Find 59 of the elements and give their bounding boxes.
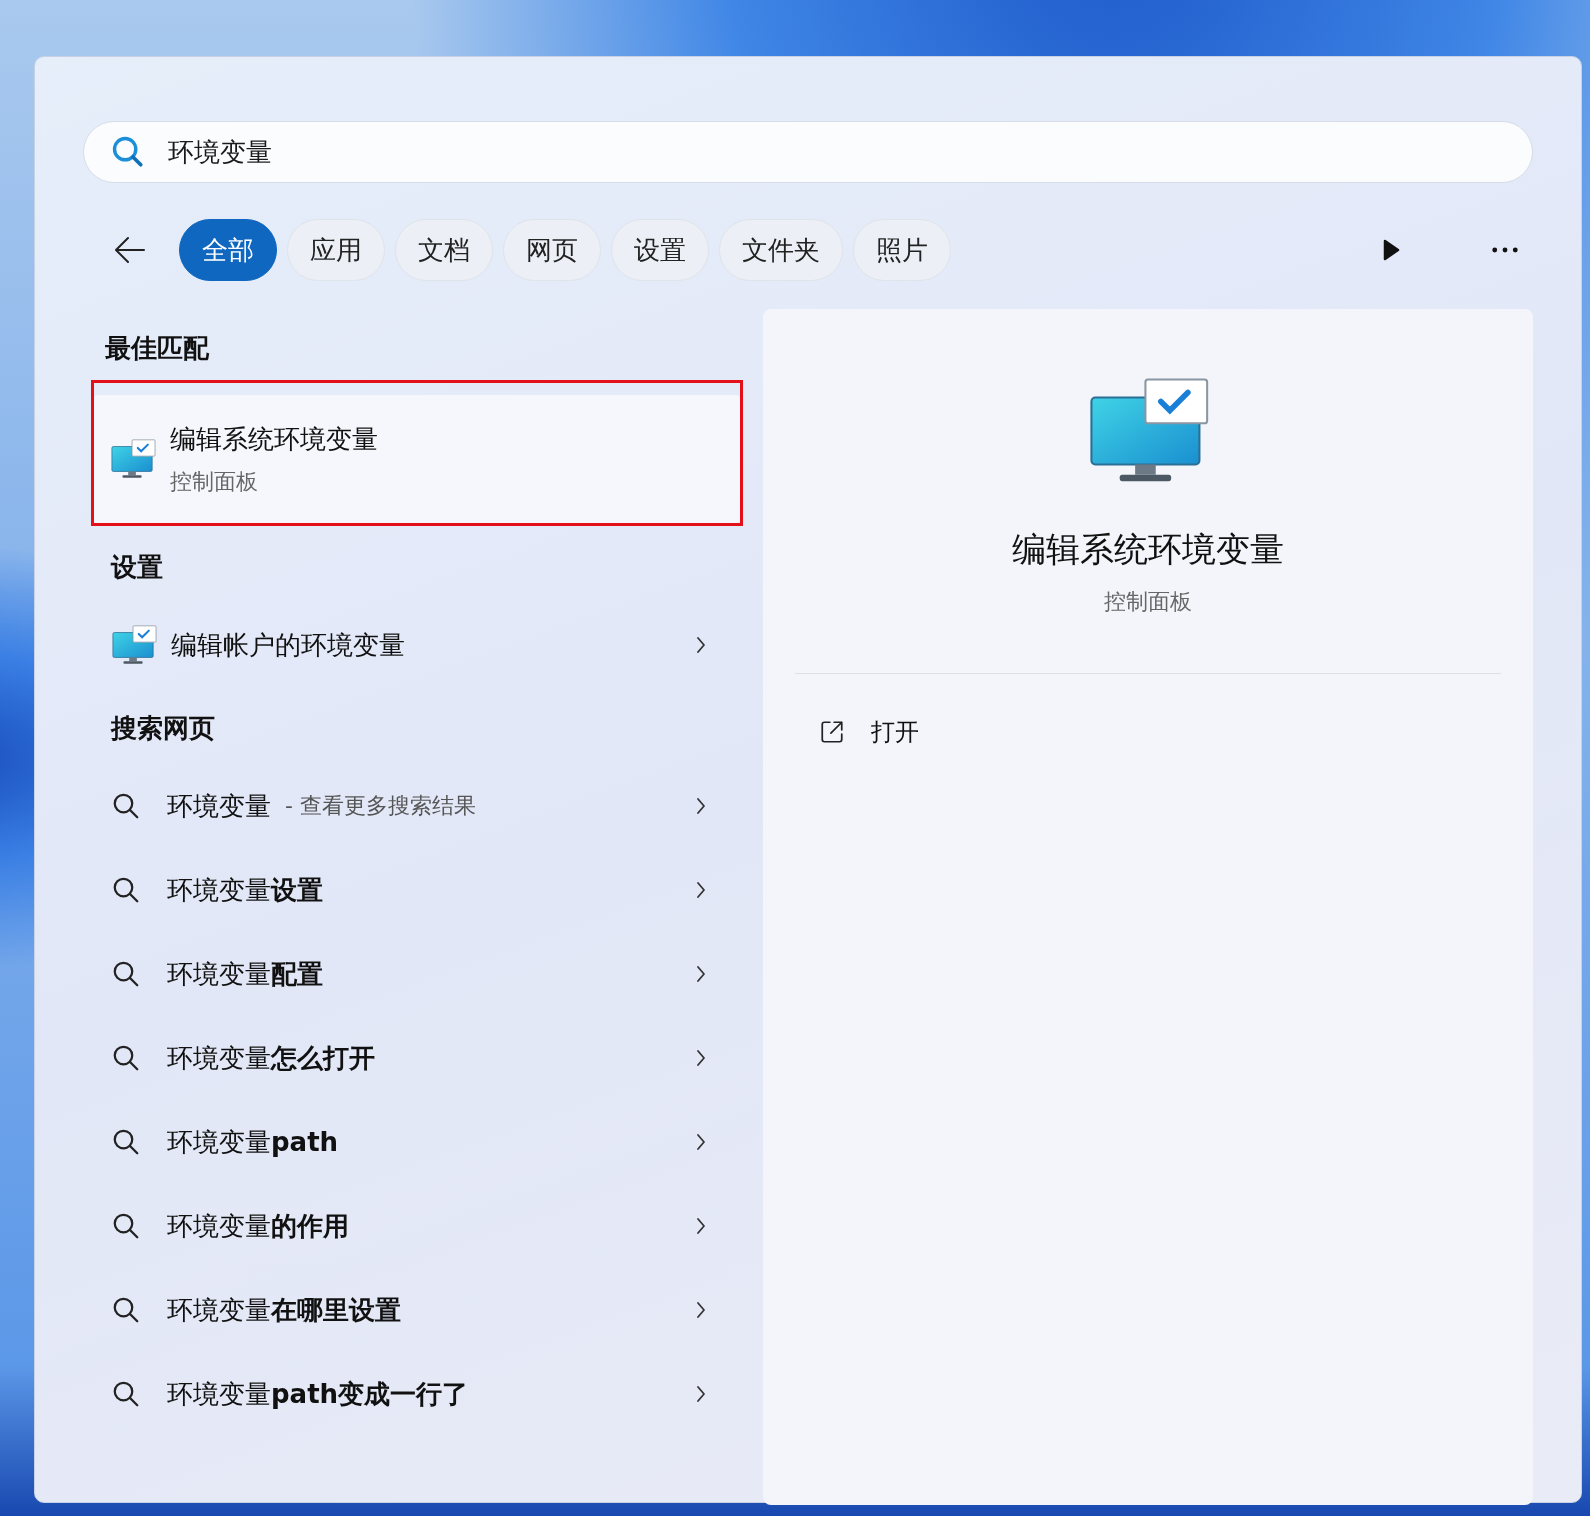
chevron-right-icon [695, 1300, 707, 1320]
web-suggestion[interactable]: 环境变量配置 [93, 932, 743, 1016]
web-suggestion[interactable]: 环境变量path变成一行了 [93, 1352, 743, 1436]
chevron-right-icon [695, 1048, 707, 1068]
suggestion-text: 环境变量怎么打开 [167, 1041, 375, 1075]
suggestion-text: 环境变量配置 [167, 957, 323, 991]
search-icon [111, 1127, 141, 1157]
web-suggestion[interactable]: 环境变量 - 查看更多搜索结果 [93, 764, 743, 848]
chevron-right-icon [695, 1216, 707, 1236]
preview-subtitle: 控制面板 [1104, 588, 1192, 616]
chevron-right-icon [695, 1384, 707, 1404]
chevron-right-icon [695, 880, 707, 900]
suggestion-text: 环境变量path [167, 1125, 339, 1159]
open-external-icon [819, 719, 845, 745]
suggestion-text: 环境变量 [167, 789, 271, 823]
filter-tab[interactable]: 文档 [395, 219, 493, 281]
web-suggestion[interactable]: 环境变量的作用 [93, 1184, 743, 1268]
search-field[interactable]: 环境变量 [83, 121, 1533, 183]
play-icon[interactable] [1381, 238, 1401, 262]
suggestion-text: 环境变量在哪里设置 [167, 1293, 401, 1327]
filter-tab[interactable]: 全部 [179, 219, 277, 281]
search-icon [111, 959, 141, 989]
monitor-icon [110, 438, 156, 480]
result-subtitle: 控制面板 [170, 467, 259, 496]
filter-tab[interactable]: 网页 [503, 219, 601, 281]
section-heading: 搜索网页 [109, 712, 216, 745]
preview-title: 编辑系统环境变量 [1012, 528, 1284, 571]
search-icon [111, 1295, 141, 1325]
filter-tab[interactable]: 应用 [287, 219, 385, 281]
more-icon[interactable] [1491, 246, 1519, 254]
search-icon [111, 1211, 141, 1241]
suggestion-text: 环境变量的作用 [167, 1209, 349, 1243]
web-suggestion[interactable]: 环境变量设置 [93, 848, 743, 932]
best-match-item[interactable]: 编辑系统环境变量 控制面板 [94, 395, 740, 523]
search-icon [111, 791, 141, 821]
section-heading: 最佳匹配 [104, 332, 210, 365]
filter-tab[interactable]: 设置 [611, 219, 709, 281]
chevron-right-icon [695, 964, 707, 984]
open-action[interactable]: 打开 [795, 716, 919, 748]
section-heading: 设置 [109, 551, 164, 584]
chevron-right-icon [695, 1132, 707, 1152]
chevron-right-icon [695, 635, 707, 655]
result-title: 编辑帐户的环境变量 [171, 628, 405, 662]
search-icon [111, 875, 141, 905]
suggestion-text: 环境变量path变成一行了 [167, 1377, 469, 1411]
search-icon [111, 135, 145, 169]
filter-tab[interactable]: 照片 [853, 219, 951, 281]
search-icon [111, 1043, 141, 1073]
web-suggestion[interactable]: 环境变量怎么打开 [93, 1016, 743, 1100]
chevron-right-icon [695, 796, 707, 816]
suggestion-hint: - 查看更多搜索结果 [285, 792, 476, 820]
web-suggestion[interactable]: 环境变量path [93, 1100, 743, 1184]
web-suggestion[interactable]: 环境变量在哪里设置 [93, 1268, 743, 1352]
filter-tab[interactable]: 文件夹 [719, 219, 843, 281]
suggestion-text: 环境变量设置 [167, 873, 323, 907]
search-icon [111, 1379, 141, 1409]
settings-result[interactable]: 编辑帐户的环境变量 [93, 603, 743, 687]
monitor-icon [111, 624, 157, 666]
result-title: 编辑系统环境变量 [170, 422, 378, 456]
